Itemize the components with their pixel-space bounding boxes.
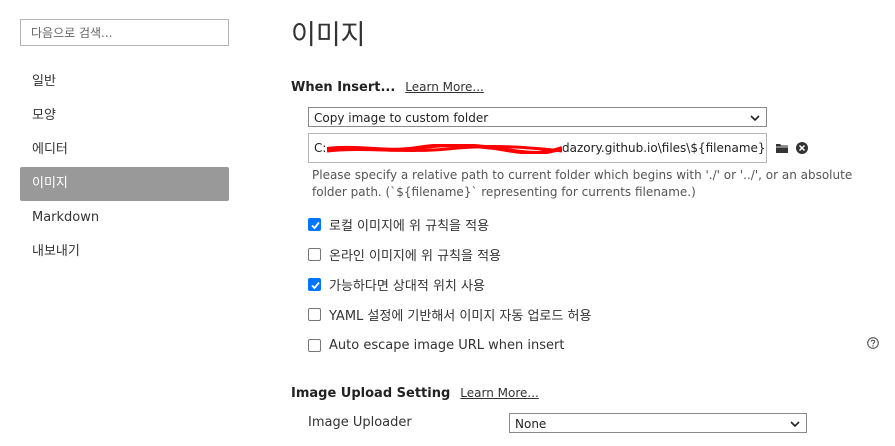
option-label: 가능하다면 상대적 위치 사용 [329,278,485,294]
option-label: Auto escape image URL when insert [329,337,565,353]
chevron-down-icon [750,115,760,122]
redaction-scribble [327,144,562,154]
image-upload-heading: Image Upload Setting [291,386,451,401]
image-uploader-label: Image Uploader [308,415,412,430]
close-circle-icon[interactable] [795,141,809,155]
insert-action-select[interactable]: Copy image to custom folder [308,107,767,127]
sidebar-item-markdown[interactable]: Markdown [20,201,229,235]
sidebar-nav: 일반 모양 에디터 이미지 Markdown 내보내기 [20,65,229,269]
when-insert-heading: When Insert... [291,80,396,95]
sidebar-item-editor[interactable]: 에디터 [20,133,229,167]
folder-icon[interactable] [775,141,789,155]
path-prefix: C: [314,141,327,155]
checkbox-online-images[interactable] [308,247,321,261]
search-input[interactable] [20,19,229,46]
sidebar-item-image[interactable]: 이미지 [20,167,229,201]
option-online-images[interactable]: 온라인 이미지에 위 규칙을 적용 [308,244,501,264]
when-insert-learn-more-link[interactable]: Learn More... [405,80,484,94]
page-title: 이미지 [291,20,366,51]
checkbox-relative-path[interactable] [308,277,321,291]
path-hint-text: Please specify a relative path to curren… [312,168,853,199]
sidebar-item-appearance[interactable]: 모양 [20,99,229,133]
image-upload-header: Image Upload Setting Learn More... [291,386,539,401]
image-folder-path-input[interactable]: C: dazory.github.io\files\${filename} [308,133,767,163]
settings-panel: 이미지 When Insert... Learn More... Copy ima… [291,0,891,446]
sidebar-item-export[interactable]: 내보내기 [20,235,229,269]
checkbox-yaml-auto-upload[interactable] [308,307,321,321]
check-icon [311,221,320,229]
insert-action-value: Copy image to custom folder [314,111,489,125]
help-icon[interactable] [867,337,879,349]
path-visible-suffix: dazory.github.io\files\${filename} [562,141,766,155]
chevron-down-icon [790,421,800,428]
option-label: YAML 설정에 기반해서 이미지 자동 업로드 허용 [329,308,592,324]
image-uploader-select[interactable]: None [509,413,807,433]
option-local-images[interactable]: 로컬 이미지에 위 규칙을 적용 [308,214,489,234]
check-icon [311,281,320,289]
option-label: 온라인 이미지에 위 규칙을 적용 [329,248,502,264]
when-insert-header: When Insert... Learn More... [291,80,484,95]
checkbox-auto-escape-url[interactable] [308,338,321,352]
option-auto-escape-url[interactable]: Auto escape image URL when insert [308,335,564,355]
option-label: 로컬 이미지에 위 규칙을 적용 [329,218,490,234]
checkbox-local-images[interactable] [308,217,321,231]
sidebar-item-general[interactable]: 일반 [20,65,229,99]
image-upload-learn-more-link[interactable]: Learn More... [460,386,539,400]
option-relative-path[interactable]: 가능하다면 상대적 위치 사용 [308,274,485,294]
option-yaml-auto-upload[interactable]: YAML 설정에 기반해서 이미지 자동 업로드 허용 [308,304,591,324]
settings-sidebar: 일반 모양 에디터 이미지 Markdown 내보내기 [0,0,250,446]
image-uploader-value: None [515,417,547,431]
